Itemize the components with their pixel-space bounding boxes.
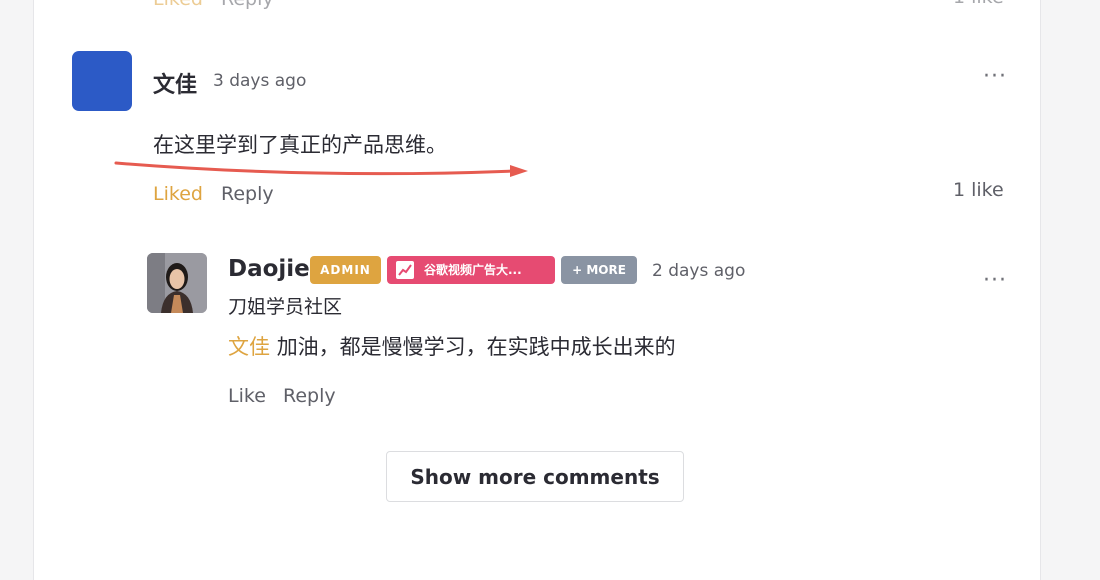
prev-likes-count: 1 like	[953, 0, 1004, 8]
comment-author[interactable]: 文佳	[153, 67, 197, 99]
liked-button[interactable]: Liked	[153, 183, 203, 205]
group-badge[interactable]: 谷歌视频广告大...	[387, 256, 555, 284]
reply-text-line: 文佳 加油，都是慢慢学习，在实践中成长出来的	[228, 331, 676, 361]
group-badge-label: 谷歌视频广告大...	[424, 263, 522, 277]
reply-button[interactable]: Reply	[221, 183, 274, 205]
more-badges-button[interactable]: + MORE	[561, 256, 637, 284]
reply-author-subtitle: 刀姐学员社区	[228, 296, 343, 318]
reply-reply-button[interactable]: Reply	[283, 385, 336, 407]
prev-reply-button[interactable]: Reply	[221, 0, 274, 10]
likes-count[interactable]: 1 like	[953, 179, 1004, 201]
avatar[interactable]	[72, 51, 132, 111]
show-more-comments-button[interactable]: Show more comments	[386, 451, 684, 502]
mention-link[interactable]: 文佳	[228, 335, 270, 359]
annotation-arrow-icon	[114, 161, 528, 177]
reply-time: 2 days ago	[652, 261, 746, 281]
comment-time: 3 days ago	[213, 71, 307, 91]
admin-badge[interactable]: ADMIN	[310, 256, 381, 284]
reply-avatar[interactable]	[147, 253, 207, 313]
person-photo-icon	[147, 253, 207, 313]
more-options-icon[interactable]: ···	[983, 64, 1007, 89]
like-button[interactable]: Like	[228, 385, 266, 407]
prev-liked-button[interactable]: Liked	[153, 0, 203, 10]
chart-icon	[396, 261, 414, 279]
reply-more-options-icon[interactable]: ···	[983, 268, 1007, 293]
reply-author[interactable]: Daojie	[228, 256, 310, 282]
reply-text: 加油，都是慢慢学习，在实践中成长出来的	[276, 335, 676, 359]
